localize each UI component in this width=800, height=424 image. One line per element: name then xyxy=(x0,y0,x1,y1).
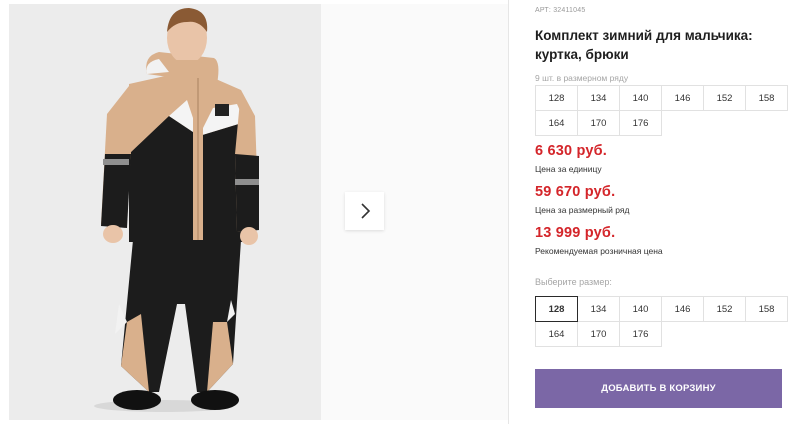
boy-winter-suit-illustration xyxy=(9,4,321,420)
pack-price: 59 670 руб. xyxy=(535,184,616,200)
size-option[interactable]: 134 xyxy=(577,296,620,322)
chevron-right-icon xyxy=(360,203,370,219)
pack-size-cell: 146 xyxy=(661,85,704,111)
size-option-selected[interactable]: 128 xyxy=(535,296,578,322)
size-option[interactable]: 164 xyxy=(535,321,578,347)
product-title: Комплект зимний для мальчика: куртка, бр… xyxy=(535,28,753,62)
size-option[interactable]: 158 xyxy=(745,296,788,322)
gallery-next-button[interactable] xyxy=(345,192,384,230)
pack-size-cell: 152 xyxy=(703,85,746,111)
choose-size-label: Выберите размер: xyxy=(535,277,612,287)
pack-size-cell: 134 xyxy=(577,85,620,111)
pack-size-cell: 176 xyxy=(619,110,662,136)
size-option[interactable]: 152 xyxy=(703,296,746,322)
column-divider xyxy=(508,0,509,424)
product-photo[interactable] xyxy=(9,4,321,420)
pack-size-cell: 158 xyxy=(745,85,788,111)
pack-size-label: 9 шт. в размерном ряду xyxy=(535,73,629,83)
unit-price: 6 630 руб. xyxy=(535,143,608,159)
pack-size-cell: 140 xyxy=(619,85,662,111)
product-gallery xyxy=(0,0,508,424)
size-option[interactable]: 170 xyxy=(577,321,620,347)
pack-sizes-grid: 128 134 140 146 152 158 164 170 176 xyxy=(535,85,788,136)
pack-price-note: Цена за размерный ряд xyxy=(535,205,630,215)
size-option[interactable]: 176 xyxy=(619,321,662,347)
retail-price: 13 999 руб. xyxy=(535,225,616,241)
article-number: АРТ: 32411045 xyxy=(535,7,586,14)
size-option[interactable]: 140 xyxy=(619,296,662,322)
pack-size-cell: 164 xyxy=(535,110,578,136)
size-selector: 128 134 140 146 152 158 164 170 176 xyxy=(535,296,788,347)
retail-price-note: Рекомендуемая розничная цена xyxy=(535,246,663,256)
pack-size-cell: 128 xyxy=(535,85,578,111)
size-option[interactable]: 146 xyxy=(661,296,704,322)
unit-price-note: Цена за единицу xyxy=(535,164,602,174)
add-to-cart-button[interactable]: ДОБАВИТЬ В КОРЗИНУ xyxy=(535,369,782,408)
pack-size-cell: 170 xyxy=(577,110,620,136)
